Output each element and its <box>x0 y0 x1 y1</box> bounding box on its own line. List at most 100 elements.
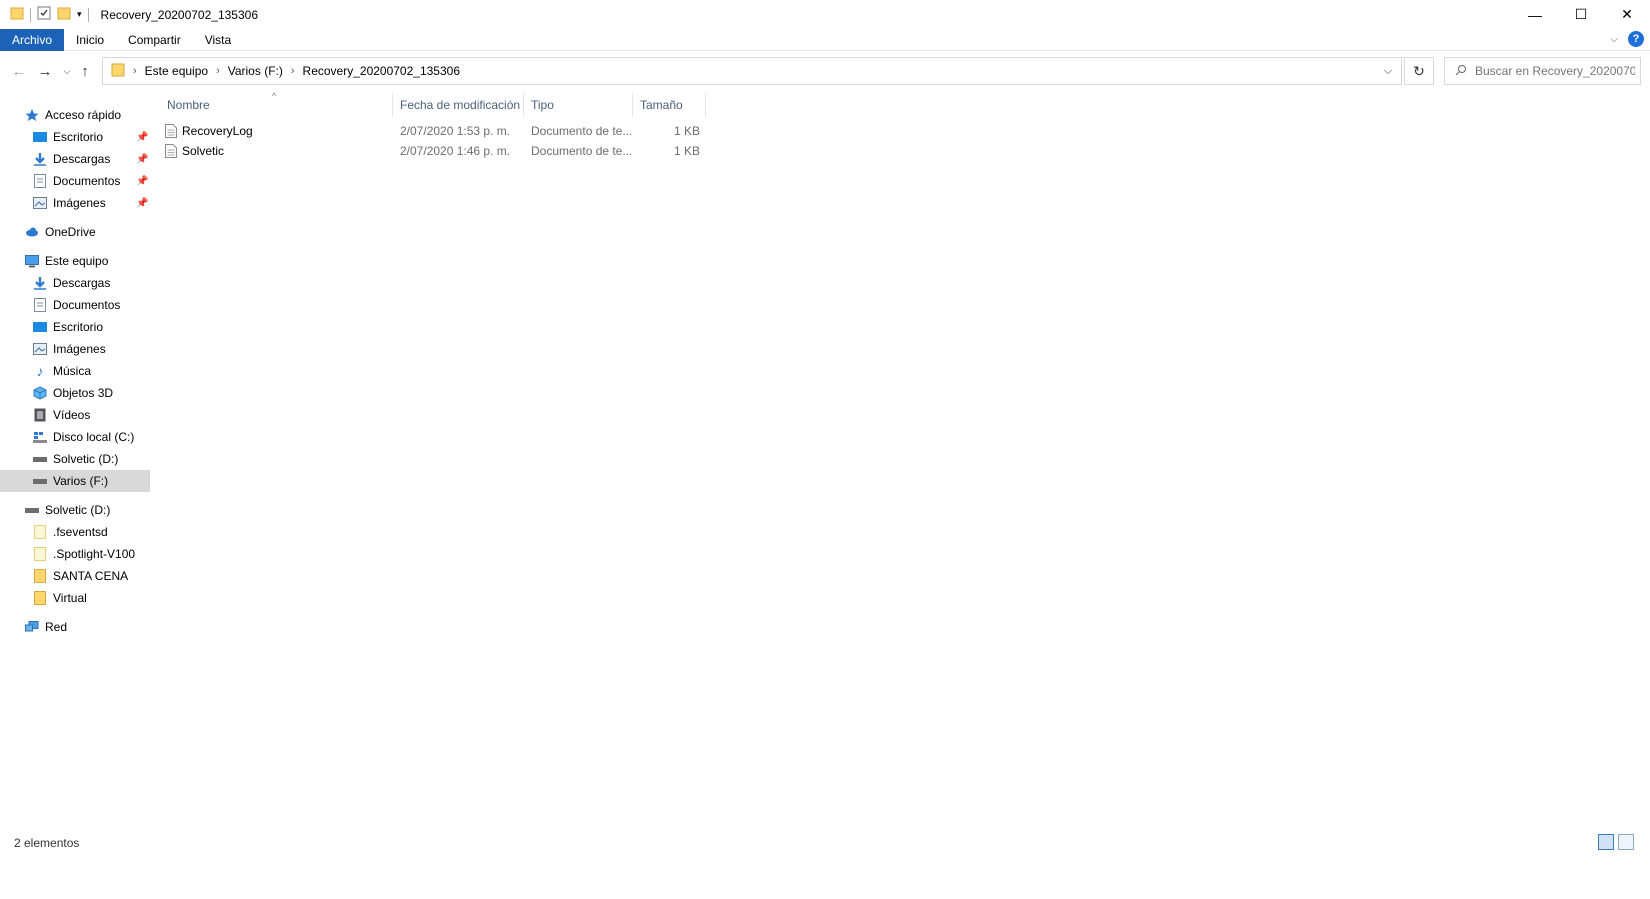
search-icon <box>1455 64 1467 79</box>
desktop-icon <box>32 319 48 335</box>
download-arrow-icon <box>32 275 48 291</box>
nav-folder-virtual[interactable]: Virtual <box>0 587 150 609</box>
drive-icon <box>32 451 48 467</box>
pin-icon[interactable]: 📌 <box>136 176 148 187</box>
tab-vista[interactable]: Vista <box>193 29 243 51</box>
help-icon[interactable]: ? <box>1628 31 1644 47</box>
computer-icon <box>24 253 40 269</box>
folder-icon <box>32 590 48 606</box>
crumb-este-equipo[interactable]: Este equipo <box>145 64 208 78</box>
new-folder-icon[interactable] <box>57 6 71 23</box>
address-bar[interactable]: › Este equipo › Varios (F:) › Recovery_2… <box>102 57 1402 85</box>
pin-icon[interactable]: 📌 <box>136 154 148 165</box>
nav-pc-escritorio[interactable]: Escritorio <box>0 316 150 338</box>
nav-label: Virtual <box>53 591 87 605</box>
nav-pc-varios-f[interactable]: Varios (F:) <box>0 470 150 492</box>
search-input[interactable] <box>1475 64 1635 78</box>
nav-pc-objetos-3d[interactable]: Objetos 3D <box>0 382 150 404</box>
nav-label: .fseventsd <box>53 525 108 539</box>
file-type: Documento de te... <box>531 144 633 158</box>
column-label: Nombre <box>167 98 210 112</box>
nav-pc-videos[interactable]: Vídeos <box>0 404 150 426</box>
nav-label: Red <box>45 620 68 634</box>
nav-label: Disco local (C:) <box>53 430 135 444</box>
close-button[interactable]: ✕ <box>1604 0 1650 29</box>
nav-pc-disco-c[interactable]: Disco local (C:) <box>0 426 150 448</box>
customize-qat-icon[interactable]: ▾ <box>77 9 82 20</box>
forward-arrow-icon[interactable]: → <box>34 56 56 86</box>
cloud-icon <box>24 224 40 240</box>
chevron-right-icon[interactable]: › <box>216 65 220 77</box>
tab-compartir[interactable]: Compartir <box>116 29 193 51</box>
status-item-count: 2 elementos <box>14 836 80 850</box>
chevron-down-icon[interactable]: ⌵ <box>1375 58 1401 84</box>
crumb-recovery[interactable]: Recovery_20200702_135306 <box>303 64 460 78</box>
nav-label: Imágenes <box>53 342 106 356</box>
chevron-right-icon[interactable]: › <box>291 65 295 77</box>
pin-icon[interactable]: 📌 <box>136 132 148 143</box>
nav-folder-santa-cena[interactable]: SANTA CENA <box>0 565 150 587</box>
nav-quick-documentos[interactable]: Documentos 📌 <box>0 170 150 192</box>
text-file-icon <box>165 124 177 138</box>
image-icon <box>32 195 48 211</box>
column-header-fecha[interactable]: Fecha de modificación <box>393 93 524 117</box>
file-list: RecoveryLog 2/07/2020 1:53 p. m. Documen… <box>160 121 706 161</box>
nav-quick-escritorio[interactable]: Escritorio 📌 <box>0 126 150 148</box>
breadcrumb: › Este equipo › Varios (F:) › Recovery_2… <box>103 58 460 84</box>
nav-label: Música <box>53 364 92 378</box>
column-header-tamano[interactable]: Tamaño <box>633 93 706 117</box>
file-name-cell: RecoveryLog <box>160 124 393 138</box>
nav-quick-descargas[interactable]: Descargas 📌 <box>0 148 150 170</box>
document-icon <box>32 297 48 313</box>
file-row[interactable]: RecoveryLog 2/07/2020 1:53 p. m. Documen… <box>160 121 706 141</box>
tab-inicio[interactable]: Inicio <box>64 29 116 51</box>
maximize-button[interactable]: ☐ <box>1558 0 1604 29</box>
up-arrow-icon[interactable]: ↑ <box>74 56 96 86</box>
expand-ribbon-icon[interactable]: ⌵ <box>1610 34 1618 45</box>
chevron-right-icon[interactable]: › <box>133 65 137 77</box>
file-name: RecoveryLog <box>182 124 253 138</box>
nav-label: Acceso rápido <box>45 108 122 122</box>
column-headers: Nombre ^ Fecha de modificación Tipo Tama… <box>160 91 706 117</box>
column-header-tipo[interactable]: Tipo <box>524 93 633 117</box>
file-date: 2/07/2020 1:46 p. m. <box>400 144 511 158</box>
details-view-icon[interactable] <box>1598 834 1614 850</box>
pin-icon[interactable]: 📌 <box>136 198 148 209</box>
nav-quick-imagenes[interactable]: Imágenes 📌 <box>0 192 150 214</box>
drive-icon <box>24 502 40 518</box>
nav-red[interactable]: Red <box>0 616 150 638</box>
nav-pc-descargas[interactable]: Descargas <box>0 272 150 294</box>
search-box[interactable] <box>1444 57 1641 85</box>
tab-archivo[interactable]: Archivo <box>0 28 65 51</box>
file-name-cell: Solvetic <box>160 144 393 158</box>
file-row[interactable]: Solvetic 2/07/2020 1:46 p. m. Documento … <box>160 141 706 161</box>
nav-pc-imagenes[interactable]: Imágenes <box>0 338 150 360</box>
nav-este-equipo[interactable]: Este equipo <box>0 250 150 272</box>
nav-label: .Spotlight-V100 <box>53 547 136 561</box>
file-date: 2/07/2020 1:53 p. m. <box>400 124 511 138</box>
nav-quick-access[interactable]: Acceso rápido <box>0 104 150 126</box>
nav-pc-documentos[interactable]: Documentos <box>0 294 150 316</box>
window-controls: — ☐ ✕ <box>1512 0 1650 29</box>
back-arrow-icon[interactable]: ← <box>8 56 30 86</box>
crumb-varios[interactable]: Varios (F:) <box>228 64 283 78</box>
nav-folder-spotlight[interactable]: .Spotlight-V100 <box>0 543 150 565</box>
refresh-icon[interactable]: ↻ <box>1404 57 1434 85</box>
nav-onedrive[interactable]: OneDrive <box>0 221 150 243</box>
ribbon-tabs: Archivo Inicio Compartir Vista ⌵ ? <box>0 28 1650 51</box>
address-row: ← → ⌵ ↑ › Este equipo › Varios (F:) › Re… <box>0 56 1650 86</box>
title-bar: ▾ Recovery_20200702_135306 — ☐ ✕ <box>0 0 1650 29</box>
nav-pc-musica[interactable]: ♪ Música <box>0 360 150 382</box>
nav-folder-fseventsd[interactable]: .fseventsd <box>0 521 150 543</box>
minimize-button[interactable]: — <box>1512 0 1558 29</box>
large-icons-view-icon[interactable] <box>1618 834 1634 850</box>
nav-label: Documentos <box>53 298 121 312</box>
properties-icon[interactable] <box>37 6 51 23</box>
column-label: Tamaño <box>640 98 683 112</box>
image-icon <box>32 341 48 357</box>
nav-label: Escritorio <box>53 130 104 144</box>
column-header-nombre[interactable]: Nombre ^ <box>160 91 393 117</box>
drive-icon <box>32 473 48 489</box>
nav-pc-solvetic-d[interactable]: Solvetic (D:) <box>0 448 150 470</box>
nav-drive-solvetic[interactable]: Solvetic (D:) <box>0 499 150 521</box>
